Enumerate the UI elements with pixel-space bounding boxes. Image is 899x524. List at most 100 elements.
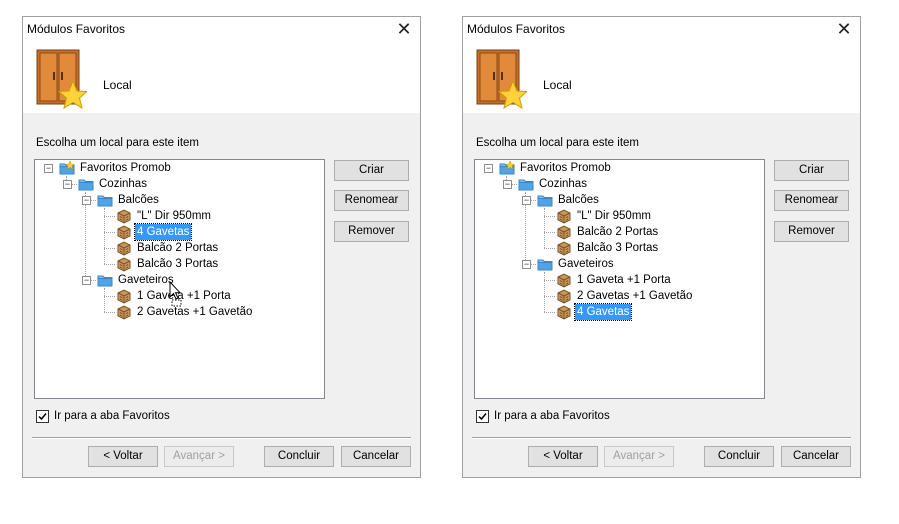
title-bar[interactable]: Módulos Favoritos ✕	[23, 17, 420, 41]
favorites-tree[interactable]: − Favoritos Promob − Cozinhas − Balcões "L" Di…	[474, 159, 765, 399]
remove-button[interactable]: Remover	[774, 221, 849, 242]
header-label: Local	[543, 78, 572, 92]
folder-icon	[97, 272, 113, 288]
tree-connector	[544, 232, 555, 233]
tree-connector	[104, 264, 115, 265]
collapse-toggle[interactable]: −	[503, 180, 512, 189]
mouse-cursor-icon	[169, 280, 187, 307]
tree-item-label: Gaveteiros	[118, 274, 174, 286]
tree-item-label: Balcões	[118, 194, 159, 206]
footer-separator	[32, 437, 411, 439]
window-title: Módulos Favoritos	[467, 22, 566, 36]
dialog-header: Local	[463, 41, 860, 113]
module-box-icon	[556, 304, 572, 320]
remove-button[interactable]: Remover	[334, 221, 409, 242]
create-button[interactable]: Criar	[334, 160, 409, 181]
tree-item-label: Balcão 3 Portas	[137, 258, 219, 270]
collapse-toggle[interactable]: −	[522, 260, 531, 269]
back-button[interactable]: < Voltar	[528, 446, 598, 467]
module-box-icon	[116, 256, 132, 272]
create-button[interactable]: Criar	[774, 160, 849, 181]
tree-item-label: Balcão 2 Portas	[577, 226, 659, 238]
collapse-toggle[interactable]: −	[82, 196, 91, 205]
module-box-icon	[116, 240, 132, 256]
header-label: Local	[103, 78, 132, 92]
tree-connector	[544, 280, 555, 281]
tree-connector	[104, 232, 115, 233]
tree-item-label: "L" Dir 950mm	[577, 210, 651, 222]
next-button[interactable]: Avançar >	[164, 446, 234, 467]
title-bar[interactable]: Módulos Favoritos ✕	[463, 17, 860, 41]
module-box-icon	[116, 304, 132, 320]
collapse-toggle[interactable]: −	[82, 276, 91, 285]
favorites-dialog-before: Módulos Favoritos ✕ Local Escolha um local …	[22, 16, 421, 478]
favorites-folder-icon	[59, 160, 76, 176]
tree-item-label: Cozinhas	[539, 178, 587, 190]
collapse-toggle[interactable]: −	[484, 164, 493, 173]
collapse-toggle[interactable]: −	[44, 164, 53, 173]
tree-connector	[104, 288, 105, 312]
tree-item-label: 4 Gavetas	[573, 303, 633, 321]
tree-connector	[544, 272, 545, 312]
go-to-favorites-checkbox[interactable]	[36, 410, 49, 423]
tree-item-label: Favoritos Promob	[80, 162, 171, 174]
close-icon[interactable]: ✕	[388, 17, 420, 41]
tree-connector	[104, 248, 115, 249]
cancel-button[interactable]: Cancelar	[781, 446, 851, 467]
wardrobe-favorite-icon	[475, 48, 529, 110]
tree-item-label: Gaveteiros	[558, 258, 614, 270]
tree-item-label: "L" Dir 950mm	[137, 210, 211, 222]
module-box-icon	[556, 224, 572, 240]
finish-button[interactable]: Concluir	[264, 446, 334, 467]
tree-item-label: Balcões	[558, 194, 599, 206]
favorites-dialog-after: Módulos Favoritos ✕ Local Escolha um local …	[462, 16, 861, 478]
tree-item-label: Favoritos Promob	[520, 162, 611, 174]
location-prompt: Escolha um local para este item	[36, 137, 199, 149]
next-button[interactable]: Avançar >	[604, 446, 674, 467]
tree-item-label: 2 Gavetas +1 Gavetão	[577, 290, 693, 302]
tree-item-label: Cozinhas	[99, 178, 147, 190]
tree-item-label: Balcão 3 Portas	[577, 242, 659, 254]
module-box-icon	[556, 240, 572, 256]
go-to-favorites-checkbox[interactable]	[476, 410, 489, 423]
footer-separator	[472, 437, 851, 439]
rename-button[interactable]: Renomear	[334, 190, 409, 211]
wardrobe-favorite-icon	[35, 48, 89, 110]
tree-connector	[544, 296, 555, 297]
folder-icon	[537, 256, 553, 272]
location-prompt: Escolha um local para este item	[476, 137, 639, 149]
back-button[interactable]: < Voltar	[88, 446, 158, 467]
tree-item-label: Balcão 2 Portas	[137, 242, 219, 254]
folder-icon	[97, 192, 113, 208]
dialog-header: Local	[23, 41, 420, 113]
cancel-button[interactable]: Cancelar	[341, 446, 411, 467]
module-box-icon	[116, 224, 132, 240]
tree-item-label: 2 Gavetas +1 Gavetão	[137, 306, 253, 318]
folder-icon	[78, 176, 94, 192]
tree-connector	[104, 296, 115, 297]
go-to-favorites-label[interactable]: Ir para a aba Favoritos	[494, 410, 610, 422]
tree-item-label: 4 Gavetas	[133, 223, 193, 241]
tree-connector	[104, 216, 115, 217]
module-box-icon	[116, 288, 132, 304]
finish-button[interactable]: Concluir	[704, 446, 774, 467]
tree-connector	[544, 216, 555, 217]
favorites-tree[interactable]: − Favoritos Promob − Cozinhas − Balcões "L" Di…	[34, 159, 325, 399]
close-icon[interactable]: ✕	[828, 17, 860, 41]
tree-connector	[544, 208, 545, 248]
collapse-toggle[interactable]: −	[522, 196, 531, 205]
tree-connector	[85, 192, 86, 280]
tree-item-label: 1 Gaveta +1 Porta	[577, 274, 671, 286]
folder-icon	[537, 192, 553, 208]
go-to-favorites-label[interactable]: Ir para a aba Favoritos	[54, 410, 170, 422]
window-title: Módulos Favoritos	[27, 22, 126, 36]
collapse-toggle[interactable]: −	[63, 180, 72, 189]
tree-connector	[544, 312, 555, 313]
module-box-icon	[556, 272, 572, 288]
folder-icon	[518, 176, 534, 192]
favorites-folder-icon	[499, 160, 516, 176]
module-box-icon	[116, 208, 132, 224]
rename-button[interactable]: Renomear	[774, 190, 849, 211]
tree-connector	[104, 208, 105, 264]
module-box-icon	[556, 288, 572, 304]
